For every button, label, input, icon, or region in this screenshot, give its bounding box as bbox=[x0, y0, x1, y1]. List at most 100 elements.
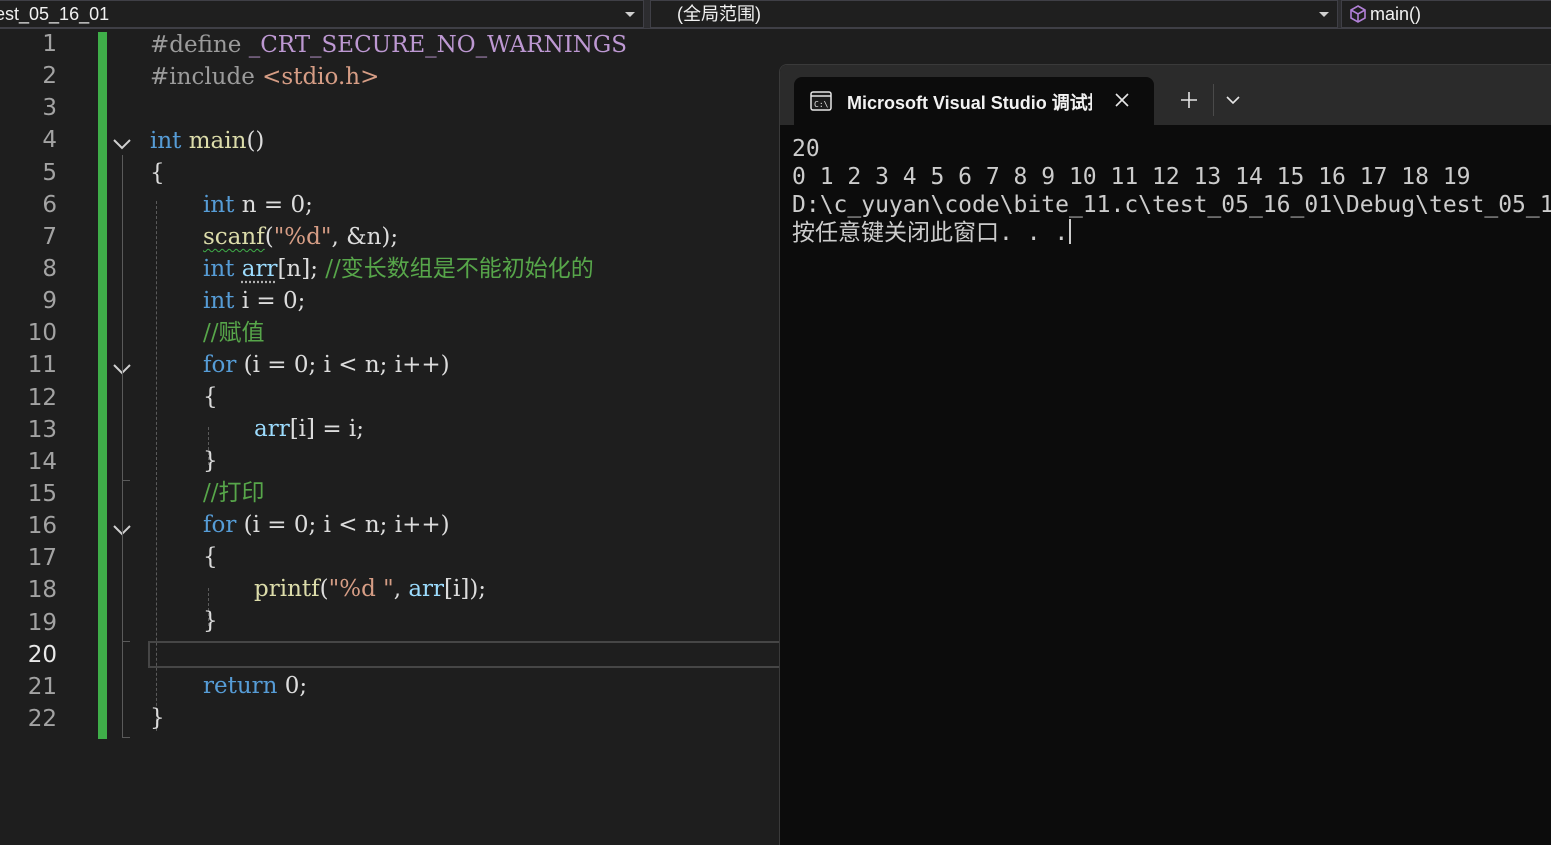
keyword: int bbox=[203, 192, 234, 218]
punctuation: , bbox=[394, 576, 409, 602]
code-line-5: { bbox=[150, 157, 165, 189]
console-line: 20 bbox=[792, 135, 820, 163]
string-literal: "%d" bbox=[274, 224, 332, 250]
code-line-6: int n = 0; bbox=[203, 189, 313, 221]
line-number: 18 bbox=[0, 577, 57, 603]
console-titlebar[interactable]: C:\ Microsoft Visual Studio 调试控制台 bbox=[780, 65, 1551, 125]
code-text: i = 0; bbox=[234, 288, 305, 314]
chevron-down-icon bbox=[1319, 12, 1329, 17]
line-number: 11 bbox=[0, 352, 57, 378]
titlebar-separator bbox=[1213, 84, 1214, 116]
scope-dropdown-label: (全局范围) bbox=[677, 4, 761, 24]
keyword: for bbox=[203, 352, 236, 378]
code-text: , &n); bbox=[331, 224, 398, 250]
string-literal: "%d " bbox=[329, 576, 394, 602]
navigation-bar: est_05_16_01 (全局范围) main() bbox=[0, 0, 1551, 29]
cube-icon bbox=[1348, 4, 1368, 24]
code-text: [i]); bbox=[444, 576, 486, 602]
line-number: 16 bbox=[0, 513, 57, 539]
code-line-4: int main() bbox=[150, 125, 264, 157]
change-tracking-bar bbox=[98, 32, 107, 739]
code-line-1: #define _CRT_SECURE_NO_WARNINGS bbox=[150, 29, 627, 61]
brace: } bbox=[203, 608, 218, 634]
line-number: 21 bbox=[0, 674, 57, 700]
macro-name: _CRT_SECURE_NO_WARNINGS bbox=[249, 32, 627, 58]
line-number: 15 bbox=[0, 481, 57, 507]
punctuation: () bbox=[246, 128, 264, 154]
line-number: 3 bbox=[0, 95, 57, 121]
scope-dropdown[interactable]: (全局范围) bbox=[650, 0, 1338, 28]
plus-icon[interactable] bbox=[1180, 91, 1198, 109]
brace: { bbox=[203, 384, 218, 410]
line-number: 4 bbox=[0, 127, 57, 153]
include-header: <stdio.h> bbox=[262, 64, 379, 90]
code-line-21: return 0; bbox=[203, 670, 307, 702]
brace: } bbox=[150, 705, 165, 731]
punctuation: ( bbox=[320, 576, 329, 602]
code-line-8: int arr[n]; //变长数组是不能初始化的 bbox=[203, 253, 594, 285]
debug-console-window[interactable]: C:\ Microsoft Visual Studio 调试控制台 20 0 1… bbox=[779, 64, 1551, 845]
line-number: 14 bbox=[0, 449, 57, 475]
outline-guide-end bbox=[122, 480, 130, 481]
comment: //打印 bbox=[203, 480, 265, 506]
punctuation: ( bbox=[265, 224, 274, 250]
code-line-13: arr[i] = i; bbox=[254, 413, 364, 445]
code-editor[interactable]: 1 2 3 4 5 6 7 8 9 10 11 12 13 14 15 16 1… bbox=[0, 29, 780, 838]
code-text: 0; bbox=[277, 673, 307, 699]
comment: //赋值 bbox=[203, 320, 265, 346]
console-tab-title: Microsoft Visual Studio 调试控制台 bbox=[847, 89, 1092, 115]
code-line-9: int i = 0; bbox=[203, 285, 305, 317]
code-line-15: //打印 bbox=[203, 477, 265, 509]
project-dropdown[interactable]: est_05_16_01 bbox=[0, 0, 644, 28]
console-line: D:\c_yuyan\code\bite_11.c\test_05_16_01\… bbox=[792, 191, 1551, 219]
chevron-down-icon bbox=[625, 12, 635, 17]
code-line-16: for (i = 0; i < n; i++) bbox=[203, 509, 450, 541]
brace: { bbox=[203, 544, 218, 570]
code-line-2: #include <stdio.h> bbox=[150, 61, 379, 93]
member-dropdown-label: main() bbox=[1370, 4, 1421, 24]
preprocessor-directive: #define bbox=[150, 32, 241, 58]
text-cursor bbox=[1069, 219, 1071, 244]
line-number: 9 bbox=[0, 288, 57, 314]
fold-collapse-icon[interactable] bbox=[112, 137, 132, 151]
function-call: printf bbox=[254, 576, 320, 602]
outline-guide-end bbox=[122, 641, 130, 642]
code-line-22: } bbox=[150, 702, 165, 734]
code-line-14: } bbox=[203, 445, 218, 477]
brace: { bbox=[150, 160, 165, 186]
line-number: 7 bbox=[0, 224, 57, 250]
line-number: 22 bbox=[0, 706, 57, 732]
code-line-11: for (i = 0; i < n; i++) bbox=[203, 349, 450, 381]
line-number: 1 bbox=[0, 31, 57, 57]
line-number: 12 bbox=[0, 385, 57, 411]
variable-name: arr bbox=[242, 256, 278, 282]
line-number: 2 bbox=[0, 63, 57, 89]
code-line-17: { bbox=[203, 541, 218, 573]
line-number: 10 bbox=[0, 320, 57, 346]
code-text: [i] = i; bbox=[290, 416, 364, 442]
line-number: 5 bbox=[0, 160, 57, 186]
code-text: (i = 0; i < n; i++) bbox=[236, 352, 449, 378]
keyword: return bbox=[203, 673, 277, 699]
code-text: [n]; bbox=[277, 256, 325, 282]
chevron-down-icon[interactable] bbox=[1225, 93, 1241, 107]
line-number: 8 bbox=[0, 256, 57, 282]
keyword: for bbox=[203, 512, 236, 538]
line-number: 17 bbox=[0, 545, 57, 571]
line-number: 6 bbox=[0, 192, 57, 218]
code-line-7: scanf("%d", &n); bbox=[203, 221, 398, 253]
variable-name: arr bbox=[254, 416, 290, 442]
line-number-active: 20 bbox=[0, 642, 57, 668]
code-text: n = 0; bbox=[234, 192, 312, 218]
variable-name: arr bbox=[408, 576, 444, 602]
terminal-app-icon: C:\ bbox=[810, 90, 832, 112]
member-dropdown[interactable]: main() bbox=[1341, 0, 1551, 28]
close-icon[interactable] bbox=[1114, 92, 1130, 108]
outline-guide bbox=[122, 541, 123, 641]
console-tab[interactable]: C:\ Microsoft Visual Studio 调试控制台 bbox=[794, 77, 1154, 125]
comment: //变长数组是不能初始化的 bbox=[325, 256, 594, 282]
code-line-10: //赋值 bbox=[203, 317, 265, 349]
console-prompt-text: 按任意键关闭此窗口. . . bbox=[792, 220, 1068, 246]
code-line-19: } bbox=[203, 605, 218, 637]
line-number: 19 bbox=[0, 610, 57, 636]
